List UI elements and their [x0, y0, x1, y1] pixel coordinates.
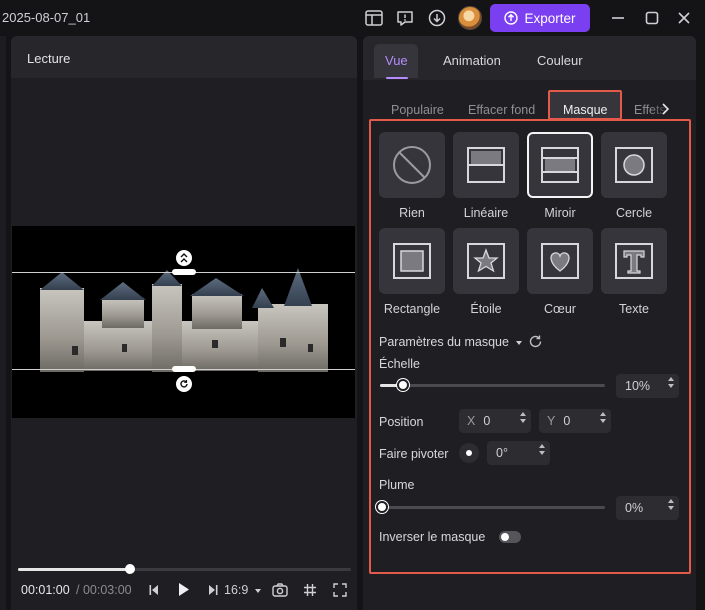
mask-tile-lineaire[interactable] — [453, 132, 519, 198]
scale-slider-track[interactable] — [380, 384, 605, 387]
scale-slider-knob[interactable] — [397, 379, 409, 391]
progress-track[interactable] — [130, 568, 351, 571]
feather-handle-icon[interactable] — [176, 250, 192, 266]
export-label: Exporter — [524, 10, 576, 26]
subtab-masque[interactable]: Masque — [563, 103, 607, 117]
heart-mask-icon — [541, 243, 579, 279]
feather-stepper[interactable] — [668, 499, 674, 510]
mask-params-title[interactable]: Paramètres du masque — [379, 335, 523, 349]
mask-tile-miroir[interactable] — [527, 132, 593, 198]
fullscreen-icon[interactable] — [333, 583, 347, 600]
tab-couleur[interactable]: Couleur — [537, 53, 583, 68]
preview-title: Lecture — [27, 51, 71, 66]
chevron-down-icon — [516, 340, 523, 345]
close-icon[interactable] — [674, 8, 694, 28]
snapshot-icon[interactable] — [272, 583, 288, 600]
mask-tile-etoile[interactable] — [453, 228, 519, 294]
mask-bottom-handle[interactable] — [172, 366, 196, 372]
upload-icon — [504, 11, 519, 25]
invert-mask-toggle[interactable] — [499, 531, 521, 543]
y-value: 0 — [563, 414, 571, 428]
mask-label-texte: Texte — [619, 302, 649, 316]
rectangle-mask-icon — [393, 243, 431, 279]
rotate-handle-icon[interactable] — [176, 376, 192, 392]
aspect-ratio-select[interactable]: 16:9 — [224, 583, 262, 597]
subtab-effacer-fond[interactable]: Effacer fond — [468, 103, 535, 117]
next-frame-icon[interactable] — [208, 584, 218, 599]
mask-tile-rien[interactable] — [379, 132, 445, 198]
x-value: 0 — [483, 414, 491, 428]
download-icon[interactable] — [427, 8, 447, 28]
subtab-populaire[interactable]: Populaire — [391, 103, 444, 117]
feather-label: Plume — [379, 478, 415, 492]
export-button[interactable]: Exporter — [490, 4, 590, 32]
x-stepper[interactable] — [520, 412, 526, 423]
chevron-right-icon[interactable] — [661, 103, 670, 118]
time-total: / 00:03:00 — [76, 583, 132, 597]
mask-top-handle[interactable] — [172, 269, 196, 275]
rotate-value: 0° — [496, 446, 508, 460]
aspect-ratio-label: 16:9 — [224, 583, 249, 597]
tab-vue[interactable]: Vue — [385, 53, 408, 68]
feather-input[interactable]: 0% — [616, 496, 679, 520]
circle-mask-icon — [615, 147, 653, 183]
mask-params-label: Paramètres du masque — [379, 335, 509, 349]
x-label: X — [467, 414, 476, 428]
grid-icon[interactable] — [303, 583, 317, 600]
feather-slider-knob[interactable] — [376, 501, 388, 513]
star-mask-icon — [467, 243, 505, 279]
play-icon[interactable] — [178, 582, 190, 600]
progress-played — [18, 568, 130, 571]
feedback-icon[interactable] — [395, 8, 415, 28]
y-label: Y — [547, 414, 556, 428]
invert-mask-label: Inverser le masque — [379, 530, 486, 544]
reset-icon[interactable] — [528, 334, 543, 352]
timeline-edge — [0, 36, 6, 610]
scale-stepper[interactable] — [668, 377, 674, 388]
rotate-stepper[interactable] — [539, 444, 545, 455]
mirror-mask-icon — [541, 147, 579, 183]
layout-icon[interactable] — [364, 8, 384, 28]
mask-tile-cercle[interactable] — [601, 132, 667, 198]
text-mask-icon — [615, 243, 653, 279]
scale-value: 10% — [625, 379, 651, 393]
position-y-input[interactable]: Y 0 — [539, 409, 611, 433]
feather-value: 0% — [625, 501, 644, 515]
position-label: Position — [379, 415, 424, 429]
y-stepper[interactable] — [600, 412, 606, 423]
rotate-input[interactable]: 0° — [487, 441, 550, 465]
minimize-icon[interactable] — [608, 8, 628, 28]
none-icon — [393, 146, 431, 184]
mask-tile-coeur[interactable] — [527, 228, 593, 294]
mask-tile-rectangle[interactable] — [379, 228, 445, 294]
maximize-icon[interactable] — [642, 8, 662, 28]
chevron-down-icon — [254, 588, 261, 593]
time-current: 00:01:00 — [21, 583, 70, 597]
scale-input[interactable]: 10% — [616, 374, 679, 398]
progress-knob[interactable] — [125, 564, 135, 574]
rotate-dial-icon[interactable] — [459, 443, 479, 463]
feather-slider-track[interactable] — [380, 506, 605, 509]
title-bar — [0, 0, 705, 36]
mask-label-cercle: Cercle — [615, 206, 653, 220]
prev-frame-icon[interactable] — [149, 584, 159, 599]
project-title: 2025-08-07_01 — [2, 10, 91, 25]
mask-tile-texte[interactable] — [601, 228, 667, 294]
rotate-label: Faire pivoter — [379, 447, 449, 461]
scale-label: Échelle — [379, 357, 420, 371]
tab-active-underline — [386, 77, 408, 79]
linear-mask-icon — [467, 147, 505, 183]
user-avatar[interactable] — [458, 6, 482, 30]
position-x-input[interactable]: X 0 — [459, 409, 531, 433]
tab-animation[interactable]: Animation — [443, 53, 501, 68]
